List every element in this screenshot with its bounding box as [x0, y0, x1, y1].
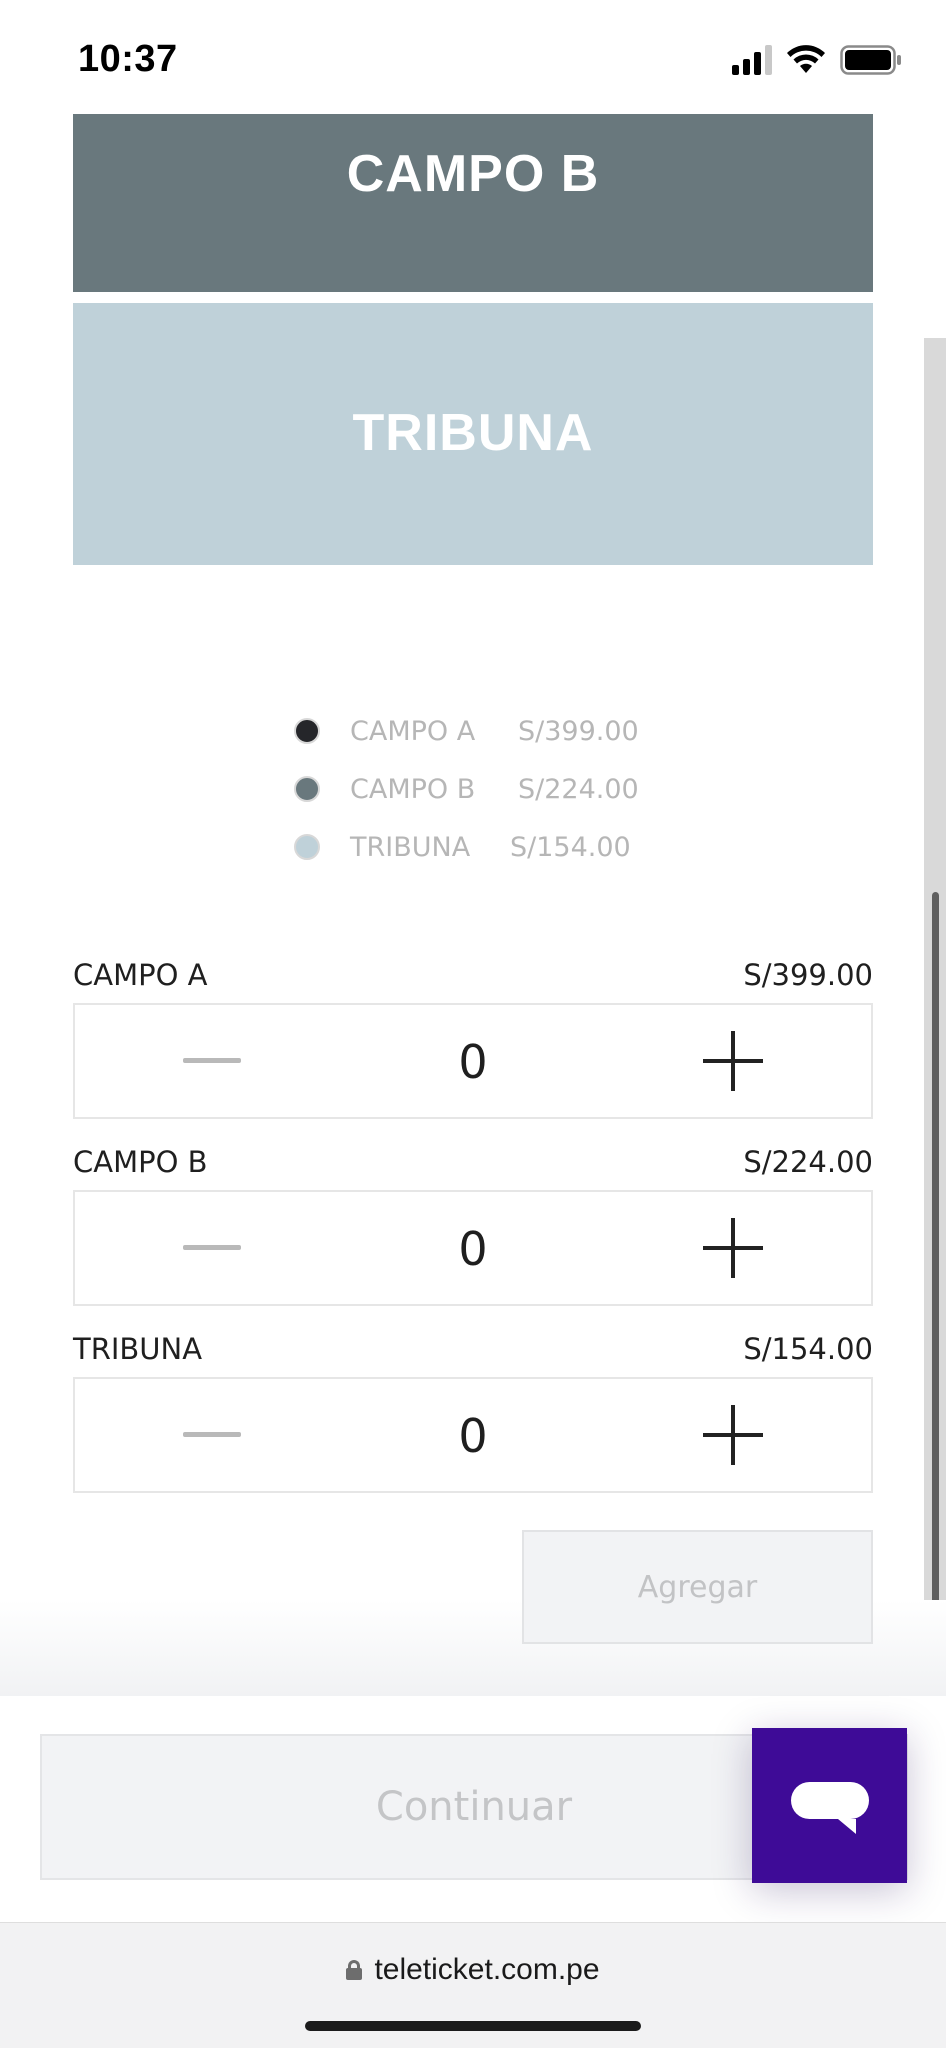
home-indicator[interactable] — [305, 2021, 641, 2031]
ticket-name: CAMPO A — [73, 958, 208, 992]
bottom-action-bar: Continuar — [0, 1696, 946, 1922]
ticket-row-campo-b: CAMPO B S/224.00 0 — [73, 1139, 873, 1306]
seat-zone-campo-b[interactable]: CAMPO B — [73, 114, 873, 292]
chat-button[interactable] — [752, 1728, 907, 1883]
browser-address-bar: teleticket.com.pe — [0, 1922, 946, 2048]
address-field[interactable]: teleticket.com.pe — [0, 1953, 946, 1987]
zone-label: CAMPO B — [346, 145, 600, 203]
legend-price: S/224.00 — [518, 773, 639, 805]
ticket-price: S/399.00 — [743, 958, 873, 992]
seat-zone-tribuna[interactable]: TRIBUNA — [73, 303, 873, 565]
legend-color-dot — [294, 834, 320, 860]
wifi-icon — [787, 45, 825, 73]
ticket-name: CAMPO B — [73, 1145, 208, 1179]
battery-icon — [840, 45, 901, 75]
ticket-name: TRIBUNA — [73, 1332, 203, 1366]
ticket-price: S/224.00 — [743, 1145, 873, 1179]
url-text: teleticket.com.pe — [374, 1953, 600, 1986]
quantity-stepper: 0 — [73, 1003, 873, 1119]
quantity-stepper: 0 — [73, 1377, 873, 1493]
legend-color-dot — [294, 776, 320, 802]
price-legend: CAMPO A S/399.00 CAMPO B S/224.00 TRIBUN… — [294, 702, 639, 876]
plus-icon[interactable] — [703, 1218, 763, 1278]
legend-color-dot — [294, 718, 320, 744]
legend-item: TRIBUNA S/154.00 — [294, 818, 639, 876]
status-bar: 10:37 — [0, 0, 946, 110]
ticket-header: CAMPO A S/399.00 — [73, 952, 873, 992]
ticket-header: TRIBUNA S/154.00 — [73, 1326, 873, 1366]
legend-price: S/154.00 — [510, 831, 631, 863]
legend-name: TRIBUNA — [350, 831, 471, 863]
plus-icon[interactable] — [703, 1031, 763, 1091]
ticket-price: S/154.00 — [743, 1332, 873, 1366]
chat-bubble-icon — [791, 1782, 869, 1834]
legend-name: CAMPO B — [350, 773, 476, 805]
plus-icon[interactable] — [703, 1405, 763, 1465]
legend-item: CAMPO B S/224.00 — [294, 760, 639, 818]
status-icons — [732, 42, 902, 78]
ticket-row-campo-a: CAMPO A S/399.00 0 — [73, 952, 873, 1119]
lock-icon — [346, 1960, 363, 1980]
legend-name: CAMPO A — [350, 715, 476, 747]
legend-price: S/399.00 — [518, 715, 639, 747]
zone-label: TRIBUNA — [352, 404, 594, 462]
quantity-stepper: 0 — [73, 1190, 873, 1306]
ticket-header: CAMPO B S/224.00 — [73, 1139, 873, 1179]
legend-item: CAMPO A S/399.00 — [294, 702, 639, 760]
cellular-signal-icon — [732, 45, 772, 75]
add-button[interactable]: Agregar — [522, 1530, 873, 1644]
ticket-row-tribuna: TRIBUNA S/154.00 0 — [73, 1326, 873, 1493]
status-time: 10:37 — [78, 38, 178, 80]
